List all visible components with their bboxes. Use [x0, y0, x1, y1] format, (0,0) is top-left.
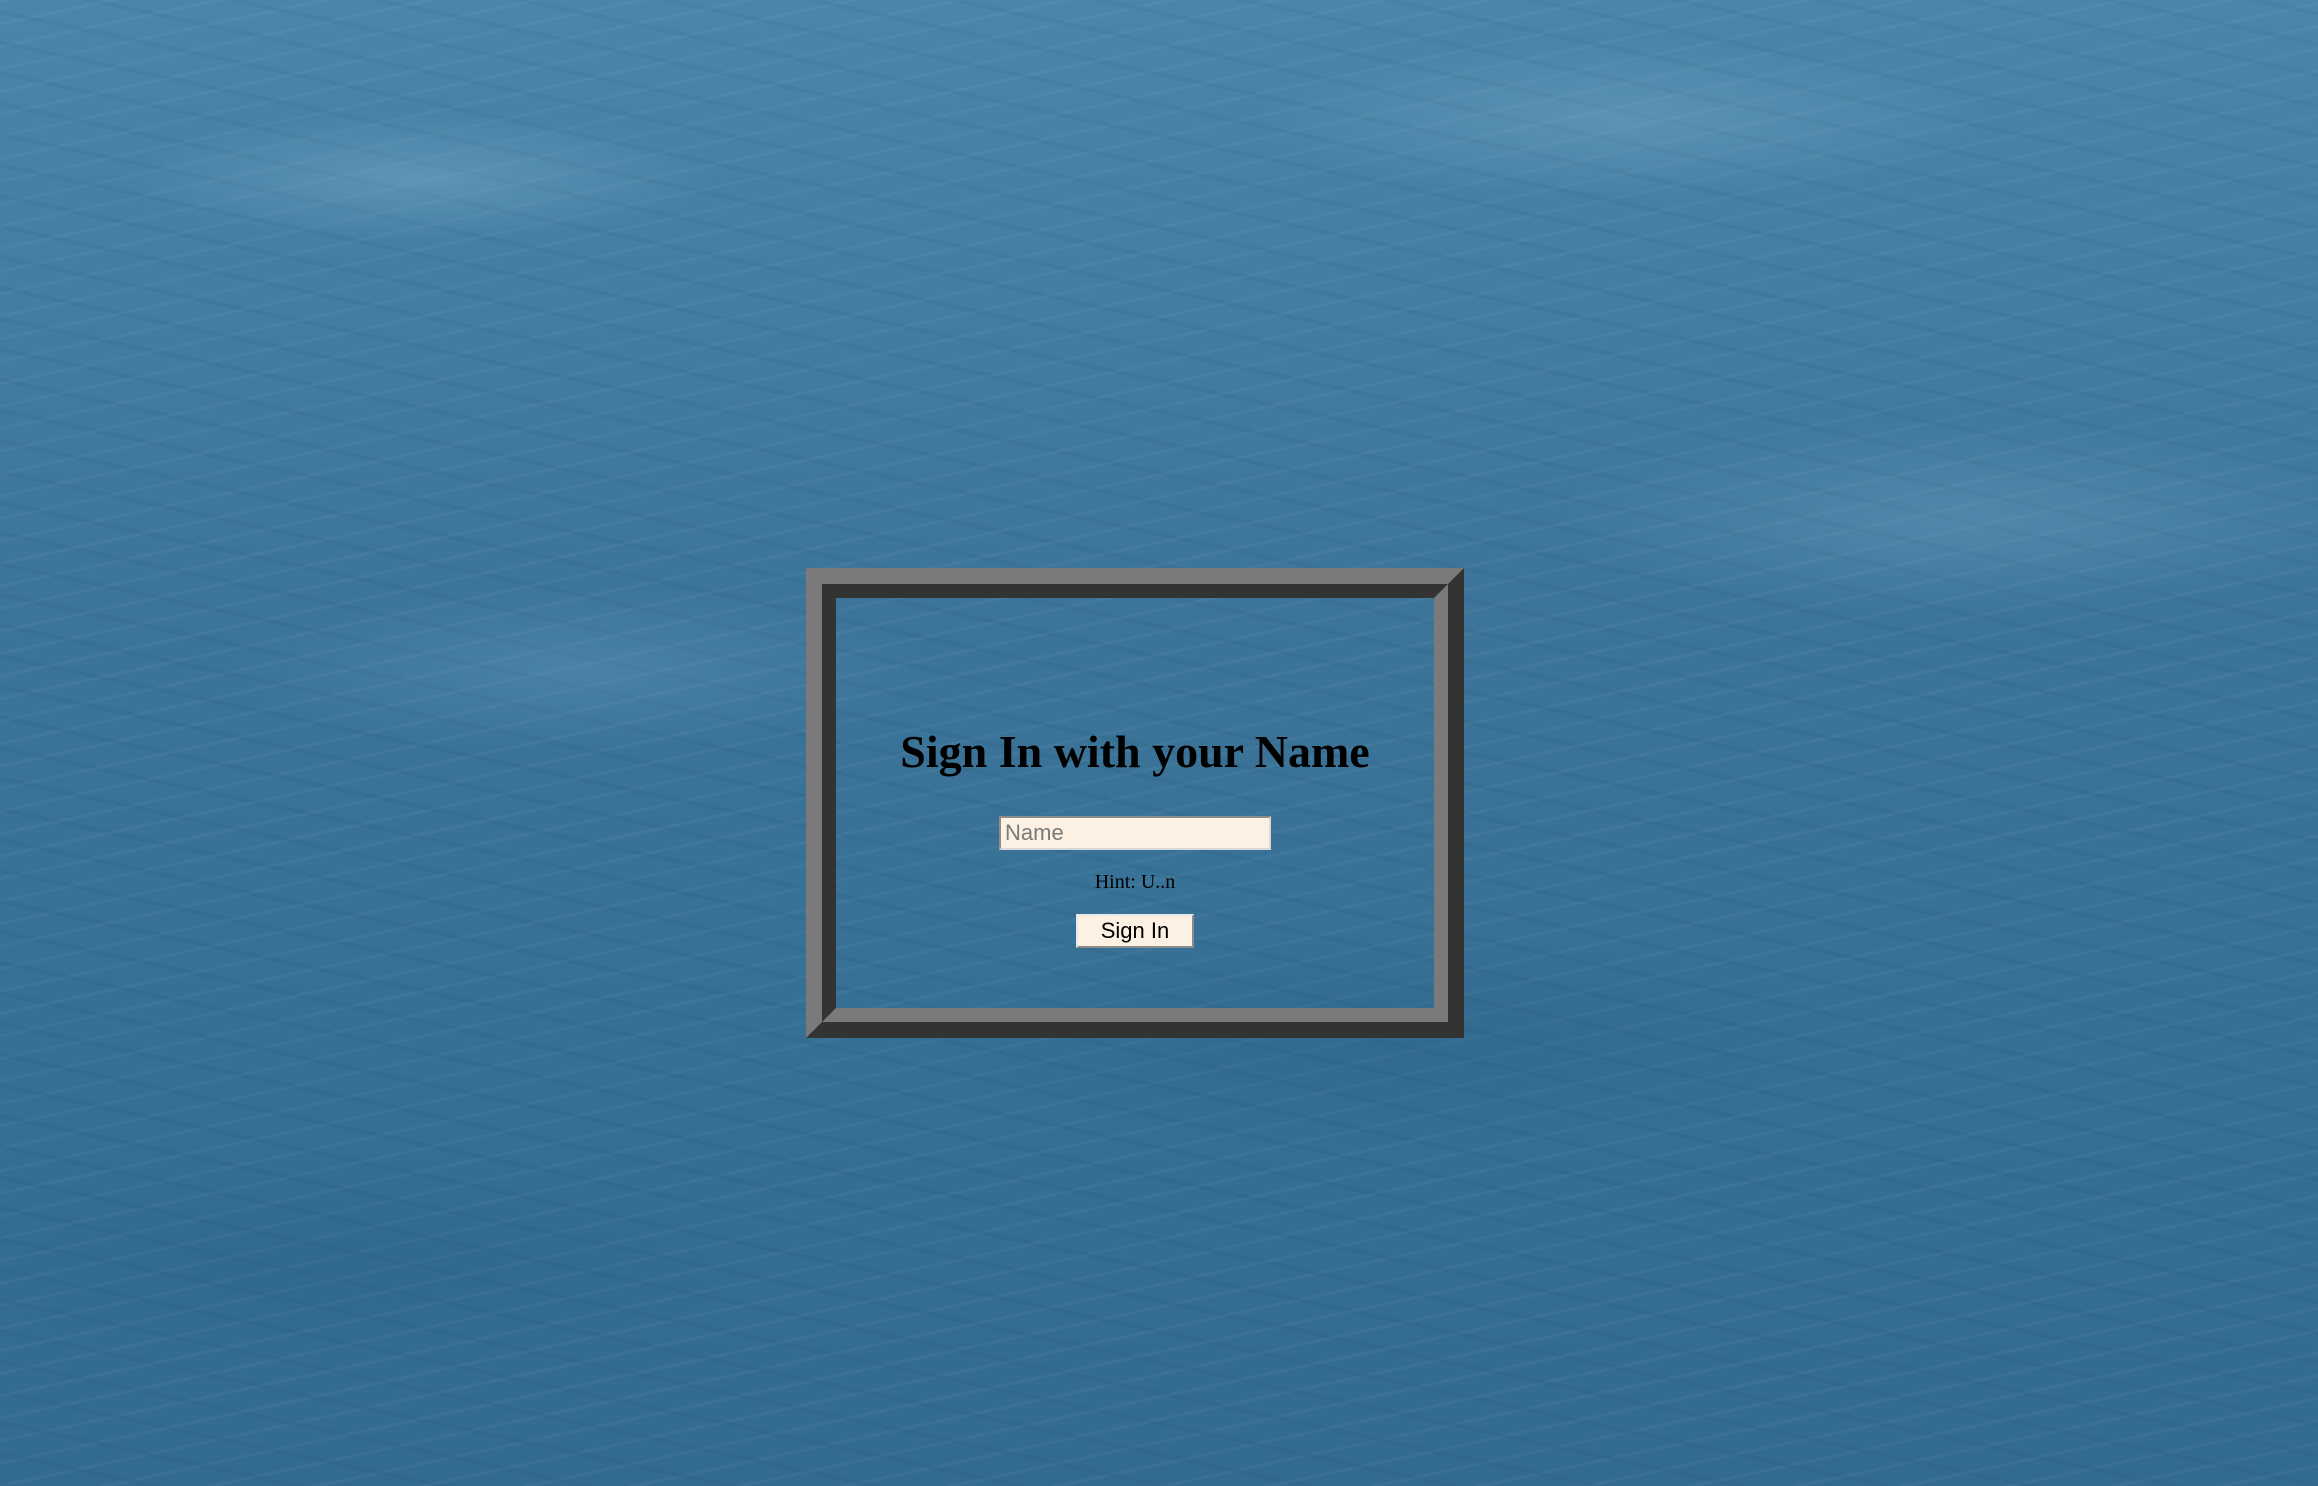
- sign-in-button[interactable]: Sign In: [1076, 914, 1194, 948]
- page-title: Sign In with your Name: [900, 726, 1370, 777]
- login-panel: Sign In with your Name Hint: U..n Sign I…: [822, 584, 1448, 1022]
- page-background: { "login": { "title": "Sign In with your…: [0, 0, 2318, 1486]
- login-frame: Sign In with your Name Hint: U..n Sign I…: [806, 568, 1464, 1038]
- hint-text: Hint: U..n: [1094, 871, 1176, 893]
- name-input[interactable]: [999, 816, 1271, 850]
